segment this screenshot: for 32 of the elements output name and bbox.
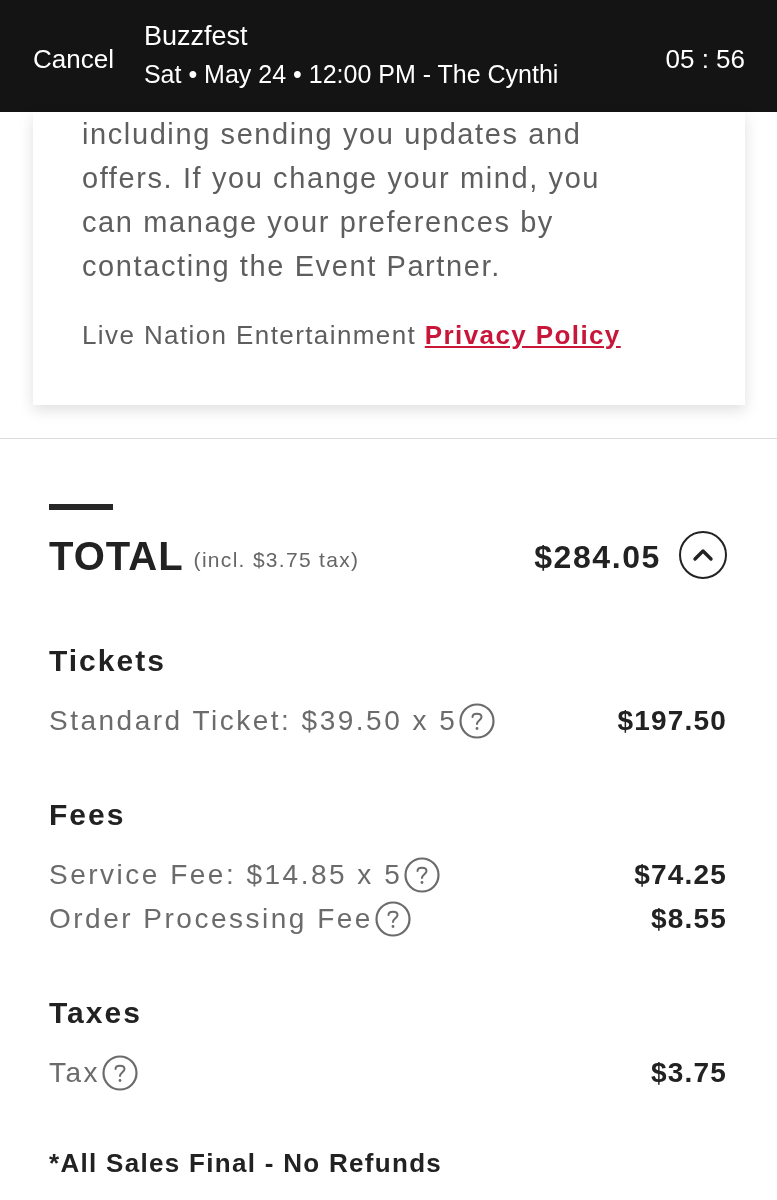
section-heading: Fees <box>49 797 126 833</box>
countdown-timer: 05 : 56 <box>665 43 745 75</box>
accent-bar <box>49 504 113 510</box>
help-icon <box>459 703 496 739</box>
consent-text: including sending you updates and offers. If you change your mind, you can manage your preferences by contacting the Event Partner. <box>82 117 602 284</box>
line-item-amount: $74.25 <box>634 859 727 891</box>
line-item-amount: $8.55 <box>650 903 727 935</box>
line-item-label: Tax <box>49 1057 101 1089</box>
section-heading: Taxes <box>49 995 142 1031</box>
refund-notice: *All Sales Final - No Refunds <box>49 1147 443 1180</box>
help-button[interactable] <box>459 703 496 739</box>
line-item-amount: $3.75 <box>650 1057 727 1089</box>
event-title: Buzzfest <box>143 20 248 53</box>
help-icon <box>374 901 411 937</box>
line-item-label: Order Processing Fee <box>49 903 373 935</box>
help-button[interactable] <box>374 901 411 937</box>
help-icon <box>404 857 441 893</box>
privacy-policy-link[interactable]: Privacy Policy <box>424 320 621 350</box>
tax-note: (incl. $3.75 tax) <box>193 548 360 572</box>
line-item-label: Standard Ticket: $39.50 x 5 <box>49 705 458 737</box>
help-icon <box>102 1055 139 1091</box>
collapse-button[interactable] <box>679 531 727 579</box>
total-amount: $284.05 <box>534 538 661 576</box>
line-item-amount: $197.50 <box>617 705 727 737</box>
help-button[interactable] <box>102 1055 139 1091</box>
line-item-label: Service Fee: $14.85 x 5 <box>49 859 403 891</box>
cancel-button[interactable]: Cancel <box>33 43 114 75</box>
total-label: TOTAL <box>49 533 184 579</box>
section-heading: Tickets <box>49 643 166 679</box>
privacy-text: Live Nation Entertainment Privacy Policy <box>82 319 621 352</box>
event-details: Sat • May 24 • 12:00 PM - The Cynthi <box>143 59 559 89</box>
help-button[interactable] <box>404 857 441 893</box>
